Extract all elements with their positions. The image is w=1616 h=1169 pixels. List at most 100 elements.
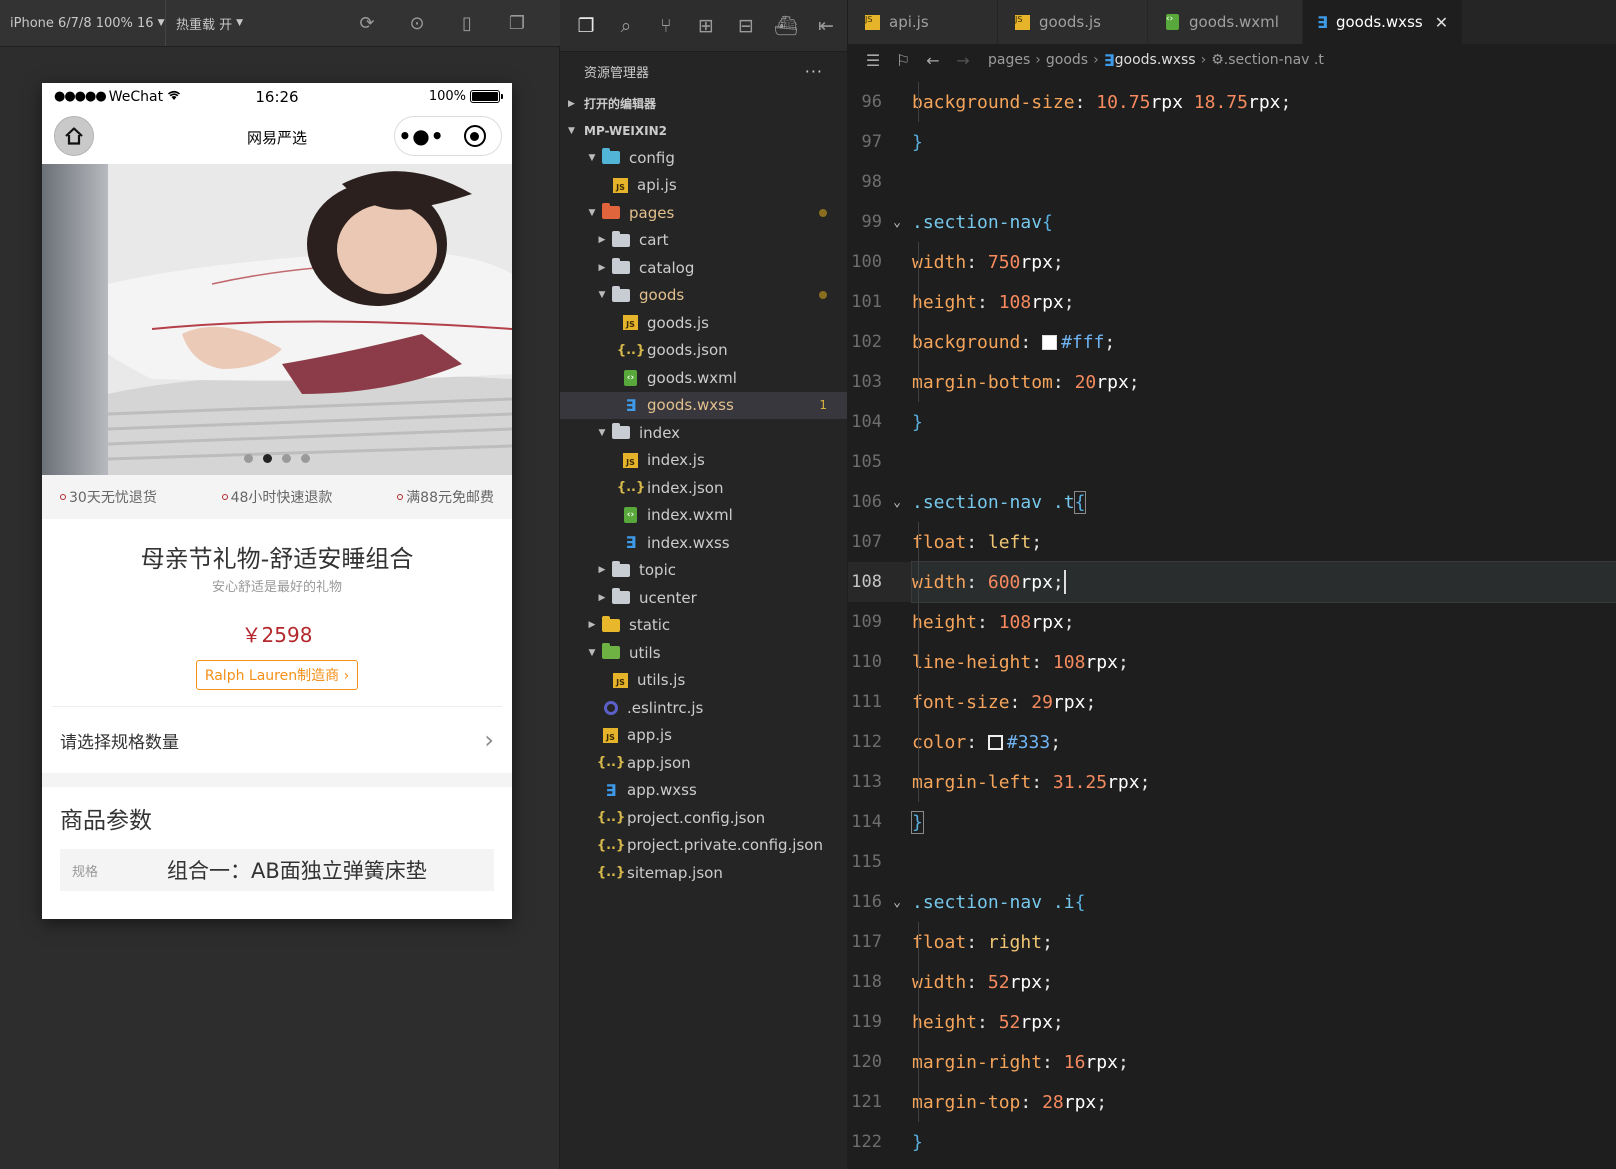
phone-icon[interactable]: ▯: [442, 0, 492, 47]
stop-icon[interactable]: ⊙: [392, 0, 442, 47]
tree-item-index-json[interactable]: {..} index.json: [560, 474, 847, 502]
indent-guide: [918, 1042, 919, 1082]
cloud-dev-icon[interactable]: ⊟: [726, 0, 766, 52]
code-line: 122}: [848, 1122, 1616, 1162]
css-property: margin-bottom: [912, 371, 1053, 393]
files-icon[interactable]: ❐: [566, 0, 606, 52]
source-control-icon[interactable]: ⑂: [646, 0, 686, 52]
search-icon[interactable]: ⌕: [606, 0, 646, 52]
brand-link[interactable]: Ralph Lauren制造商 ›: [195, 660, 359, 690]
tree-item-ucenter[interactable]: ▶ ucenter: [560, 584, 847, 612]
banner-dot[interactable]: [301, 454, 310, 463]
css-value: 20: [1074, 371, 1097, 393]
tree-item-label: sitemap.json: [627, 863, 723, 882]
forward-arrow-icon[interactable]: →: [948, 51, 978, 70]
code-line: 104}: [848, 402, 1616, 442]
tab-goods-wxml[interactable]: ‹› goods.wxml: [1148, 0, 1303, 44]
tree-item-goods-js[interactable]: JS goods.js: [560, 309, 847, 337]
tree-item-utils-js[interactable]: JS utils.js: [560, 667, 847, 695]
css-property: float: [912, 931, 967, 953]
tree-item-goods-wxml[interactable]: ‹› goods.wxml: [560, 364, 847, 392]
tree-item-index[interactable]: ▼ index: [560, 419, 847, 447]
tree-item-project-private-config-json[interactable]: {..} project.private.config.json: [560, 832, 847, 860]
tree-item-goods-json[interactable]: {..} goods.json: [560, 337, 847, 365]
tree-item-goods[interactable]: ▼ goods: [560, 282, 847, 310]
tree-item-app-json[interactable]: {..} app.json: [560, 749, 847, 777]
css-value: rpx: [1107, 771, 1140, 793]
tab-goods-js[interactable]: JS goods.js: [998, 0, 1148, 44]
breadcrumb-item[interactable]: .section-nav .t: [1224, 52, 1324, 68]
brand-label: Ralph Lauren制造商: [204, 668, 340, 684]
colon: :: [966, 531, 988, 553]
tree-item-eslintrc-js[interactable]: .eslintrc.js: [560, 694, 847, 722]
project-section[interactable]: ▼ MP-WEIXIN2: [560, 117, 847, 144]
more-dots-icon[interactable]: •●•: [395, 124, 448, 148]
fold-chevron-icon[interactable]: ⌄: [882, 495, 912, 510]
code-text: line-height: 108 rpx;: [912, 642, 1616, 682]
css-file-icon: ∃: [1103, 50, 1115, 70]
json-file-icon: {..}: [596, 837, 626, 853]
folder-icon: [612, 258, 630, 275]
service-text: 30天无忧退货: [69, 490, 157, 506]
css-value: 29: [1031, 691, 1053, 713]
more-actions-icon[interactable]: ···: [805, 62, 823, 81]
code-line: 116 ⌄ .section-nav .i{: [848, 882, 1616, 922]
tab-api-js[interactable]: JS api.js: [848, 0, 998, 44]
tree-item-static[interactable]: ▶ static: [560, 612, 847, 640]
extensions-icon[interactable]: ⊞: [686, 0, 726, 52]
code-area[interactable]: 96 background-size: 10.75 rpx 18.75 rpx; 97…: [848, 82, 1616, 1169]
indent-guide: [918, 522, 919, 562]
code-line: 111 font-size: 29 rpx;: [848, 682, 1616, 722]
tree-item-config[interactable]: ▼ config: [560, 144, 847, 172]
tree-item-app-js[interactable]: JS app.js: [560, 722, 847, 750]
breadcrumb-item[interactable]: goods: [1046, 52, 1088, 68]
hot-reload-select[interactable]: 热重载 开 ▼: [166, 0, 256, 46]
indent-guide: [918, 602, 919, 642]
indent-guide: [918, 1002, 919, 1042]
params-title: 商品参数: [60, 808, 152, 834]
breadcrumb-item[interactable]: pages: [988, 52, 1030, 68]
tree-item-index-js[interactable]: JS index.js: [560, 447, 847, 475]
eslint-file-icon: [604, 700, 618, 715]
tree-item-label: config: [629, 148, 675, 167]
bookmark-icon[interactable]: ⚐: [888, 51, 918, 70]
color-swatch[interactable]: [1042, 334, 1058, 350]
banner-dot-active[interactable]: [263, 454, 272, 463]
tree-item-sitemap-json[interactable]: {..} sitemap.json: [560, 859, 847, 887]
color-swatch[interactable]: [987, 734, 1003, 750]
docker-icon[interactable]: ⛴: [766, 0, 806, 52]
tree-item-catalog[interactable]: ▶ catalog: [560, 254, 847, 282]
detach-window-icon[interactable]: ❐: [492, 0, 542, 47]
device-select[interactable]: iPhone 6/7/8 100% 16 ▼: [0, 0, 166, 46]
close-miniprogram-button[interactable]: [448, 125, 501, 147]
outline-list-icon[interactable]: ☰: [858, 51, 888, 70]
css-property: height: [912, 291, 978, 313]
tree-item-utils[interactable]: ▼ utils: [560, 639, 847, 667]
tree-item-app-wxss[interactable]: ∃ app.wxss: [560, 777, 847, 805]
refresh-icon[interactable]: ⟳: [342, 0, 392, 47]
breadcrumb-item[interactable]: goods.wxss: [1115, 52, 1196, 68]
tree-item-index-wxml[interactable]: ‹› index.wxml: [560, 502, 847, 530]
fold-chevron-icon[interactable]: ⌄: [882, 215, 912, 230]
tree-item-goods-wxss[interactable]: ∃ goods.wxss 1: [560, 391, 847, 419]
tree-item-label: goods.js: [647, 313, 709, 332]
code-line: 100 width: 750 rpx;: [848, 242, 1616, 282]
banner-dot[interactable]: [244, 454, 253, 463]
tab-goods-wxss[interactable]: ∃ goods.wxss ✕: [1303, 0, 1463, 44]
tree-item-project-config-json[interactable]: {..} project.config.json: [560, 804, 847, 832]
tree-item-api-js[interactable]: JS api.js: [560, 172, 847, 200]
tree-item-index-wxss[interactable]: ∃ index.wxss: [560, 529, 847, 557]
goods-banner-image[interactable]: [42, 164, 512, 475]
back-arrow-icon[interactable]: ←: [918, 51, 948, 70]
spec-select-row[interactable]: 请选择规格数量 ›: [42, 707, 512, 773]
close-icon[interactable]: ✕: [1435, 13, 1448, 32]
semicolon: ;: [1085, 691, 1097, 713]
tree-item-cart[interactable]: ▶ cart: [560, 227, 847, 255]
collapse-panel-icon[interactable]: ⇤: [806, 0, 846, 52]
line-number: 112: [851, 732, 882, 752]
open-editors-section[interactable]: ▶ 打开的编辑器: [560, 90, 847, 117]
fold-chevron-icon[interactable]: ⌄: [882, 895, 912, 910]
tree-item-pages[interactable]: ▼ pages: [560, 199, 847, 227]
tree-item-topic[interactable]: ▶ topic: [560, 557, 847, 585]
banner-dot[interactable]: [282, 454, 291, 463]
